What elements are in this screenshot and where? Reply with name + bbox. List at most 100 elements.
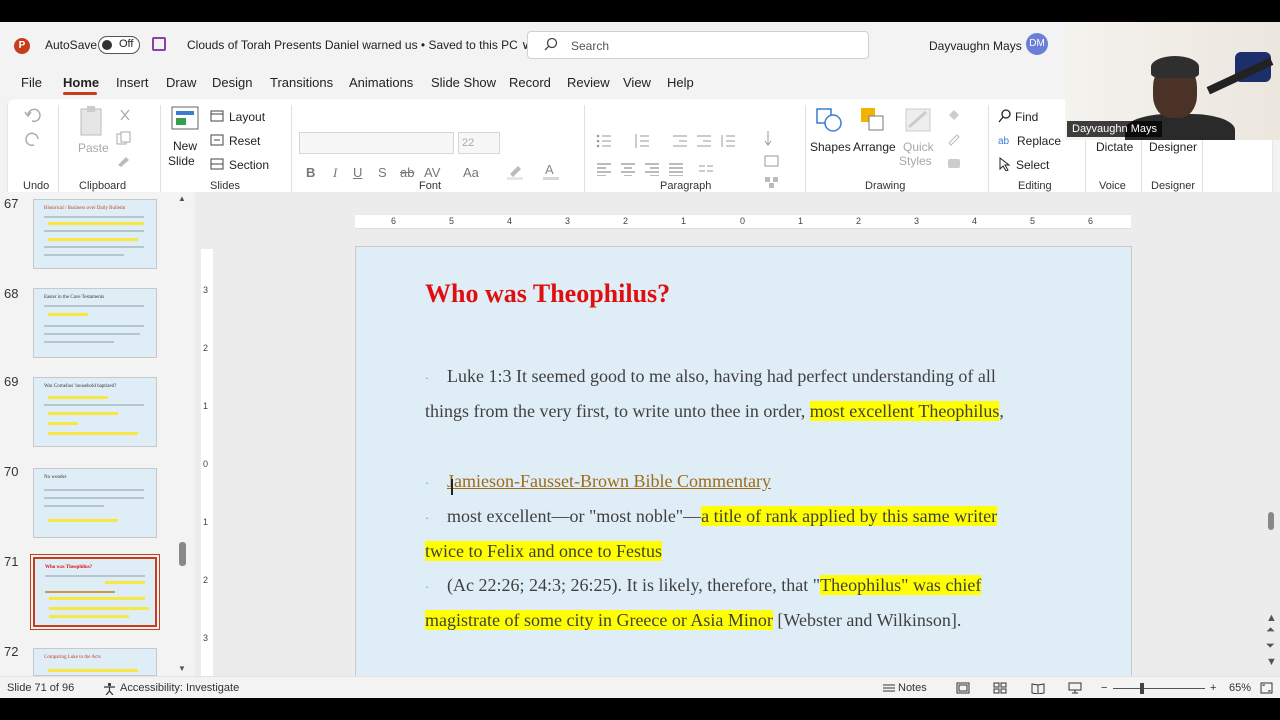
strikethrough-button[interactable]: ab xyxy=(400,165,414,180)
find-button[interactable]: Find xyxy=(1015,110,1038,124)
redo-icon[interactable] xyxy=(24,131,42,147)
quick-styles-icon[interactable] xyxy=(904,105,934,135)
align-text-icon[interactable] xyxy=(764,154,780,168)
undo-icon[interactable] xyxy=(24,107,42,123)
quick-styles-label-2[interactable]: Styles xyxy=(899,154,932,168)
decrease-indent-icon[interactable] xyxy=(672,134,688,148)
numbering-icon[interactable] xyxy=(634,134,650,148)
tab-transitions[interactable]: Transitions xyxy=(270,75,333,90)
zoom-level[interactable]: 65% xyxy=(1229,682,1251,694)
zoom-out-icon[interactable]: − xyxy=(1101,682,1107,694)
replace-button[interactable]: Replace xyxy=(1017,134,1061,148)
scroll-up-icon[interactable]: ▲ xyxy=(178,194,186,203)
user-name[interactable]: Dayvaughn Mays xyxy=(929,39,1022,53)
slide-paragraph-line[interactable]: · (Ac 22:26; 24:3; 26:25). It is likely,… xyxy=(425,575,982,596)
tab-design[interactable]: Design xyxy=(212,75,252,90)
shape-effects-icon[interactable] xyxy=(946,155,962,171)
slide-title[interactable]: Who was Theophilus? xyxy=(425,279,670,309)
slide-thumbnail[interactable]: No wonder xyxy=(33,468,157,538)
select-button[interactable]: Select xyxy=(1016,158,1049,172)
text-direction-icon[interactable] xyxy=(764,129,780,147)
line-spacing-icon[interactable] xyxy=(720,134,736,148)
zoom-slider-handle[interactable] xyxy=(1140,683,1144,694)
format-painter-icon[interactable] xyxy=(116,153,132,167)
paste-icon[interactable] xyxy=(79,105,105,137)
save-icon[interactable] xyxy=(152,37,166,51)
tab-home[interactable]: Home xyxy=(63,75,99,90)
tab-insert[interactable]: Insert xyxy=(116,75,149,90)
slide-show-icon[interactable] xyxy=(1068,682,1082,694)
normal-view-icon[interactable] xyxy=(956,682,970,694)
shapes-icon[interactable] xyxy=(814,105,844,135)
slide-thumbnail[interactable]: Easter in the Cave Testaments xyxy=(33,288,157,358)
bullets-icon[interactable] xyxy=(596,134,612,148)
slide-sorter-icon[interactable] xyxy=(993,682,1007,694)
notes-button[interactable]: Notes xyxy=(898,682,927,694)
tab-draw[interactable]: Draw xyxy=(166,75,196,90)
arrange-button[interactable]: Arrange xyxy=(853,140,896,154)
scroll-down-icon[interactable]: ▼ xyxy=(178,664,186,673)
zoom-slider[interactable] xyxy=(1113,688,1205,689)
slide-paragraph-line[interactable]: magistrate of some city in Greece or Asi… xyxy=(425,610,961,631)
scroll-down-icon[interactable]: ▼ xyxy=(1266,656,1277,668)
increase-indent-icon[interactable] xyxy=(696,134,712,148)
scroll-up-icon[interactable]: ▲ xyxy=(1266,612,1277,624)
columns-icon[interactable] xyxy=(698,162,714,176)
shapes-button[interactable]: Shapes xyxy=(810,140,851,154)
reset-button[interactable]: Reset xyxy=(229,134,260,148)
font-color-icon[interactable]: A xyxy=(542,162,560,180)
slide-thumbnail[interactable]: Historical / Business over Daily Bulleti… xyxy=(33,199,157,269)
current-slide[interactable]: Who was Theophilus? · Luke 1:3 It seemed… xyxy=(355,246,1132,683)
arrange-icon[interactable] xyxy=(858,105,888,135)
new-slide-icon[interactable] xyxy=(170,105,200,135)
document-title[interactable]: Clouds of Torah Presents Daniel warned u… xyxy=(187,38,530,52)
copy-icon[interactable] xyxy=(116,131,132,145)
dictate-button[interactable]: Dictate xyxy=(1096,140,1133,154)
quick-styles-label-1[interactable]: Quick xyxy=(903,140,934,154)
slide-paragraph-line[interactable]: · Jamieson-Fausset-Brown Bible Commentar… xyxy=(425,471,771,492)
section-button[interactable]: Section xyxy=(229,158,269,172)
change-case-button[interactable]: Aa xyxy=(463,165,479,180)
justify-icon[interactable] xyxy=(668,162,684,176)
fit-to-window-icon[interactable] xyxy=(1260,682,1273,694)
previous-slide-icon[interactable]: ⏶ xyxy=(1266,624,1275,637)
reading-view-icon[interactable] xyxy=(1031,682,1045,694)
align-left-icon[interactable] xyxy=(596,162,612,176)
cut-icon[interactable] xyxy=(118,109,132,123)
layout-button[interactable]: Layout xyxy=(229,110,265,124)
autosave-toggle[interactable]: Off xyxy=(98,36,140,54)
slide-paragraph-line[interactable]: things from the very first, to write unt… xyxy=(425,401,1004,422)
font-family-select[interactable] xyxy=(299,132,454,154)
highlight-icon[interactable] xyxy=(506,162,524,180)
tab-view[interactable]: View xyxy=(623,75,651,90)
underline-button[interactable]: U xyxy=(353,165,362,180)
next-slide-icon[interactable]: ⏷ xyxy=(1266,640,1275,653)
search-input[interactable]: Search xyxy=(527,31,869,59)
accessibility-status[interactable]: Accessibility: Investigate xyxy=(120,682,239,694)
new-slide-label-2[interactable]: Slide xyxy=(168,154,195,168)
slide-paragraph-line[interactable]: twice to Felix and once to Festus xyxy=(425,541,662,562)
tab-animations[interactable]: Animations xyxy=(349,75,413,90)
new-slide-label-1[interactable]: New xyxy=(173,139,197,153)
slide-thumbnail[interactable]: Comparing Luke to the Acts xyxy=(33,648,157,676)
tab-record[interactable]: Record xyxy=(509,75,551,90)
shape-fill-icon[interactable] xyxy=(946,107,962,123)
align-right-icon[interactable] xyxy=(644,162,660,176)
commentary-link[interactable]: Jamieson-Fausset-Brown Bible Commentary xyxy=(447,471,771,491)
font-size-select[interactable]: 22 xyxy=(458,132,500,154)
shadow-button[interactable]: S xyxy=(378,165,387,180)
zoom-in-icon[interactable]: + xyxy=(1210,682,1216,694)
tab-review[interactable]: Review xyxy=(567,75,610,90)
tab-file[interactable]: File xyxy=(21,75,42,90)
align-center-icon[interactable] xyxy=(620,162,636,176)
shape-outline-icon[interactable] xyxy=(946,131,962,147)
thumbnail-scrollbar[interactable] xyxy=(179,542,186,566)
paste-label[interactable]: Paste xyxy=(78,141,109,155)
tab-help[interactable]: Help xyxy=(667,75,694,90)
tab-slide-show[interactable]: Slide Show xyxy=(431,75,496,90)
avatar[interactable]: DM xyxy=(1026,33,1048,55)
slide-thumbnail-selected[interactable]: Who was Theophilus? xyxy=(30,554,160,630)
slide-paragraph-line[interactable]: · Luke 1:3 It seemed good to me also, ha… xyxy=(425,366,996,387)
designer-button[interactable]: Designer xyxy=(1149,140,1197,154)
italic-button[interactable]: I xyxy=(333,165,337,181)
